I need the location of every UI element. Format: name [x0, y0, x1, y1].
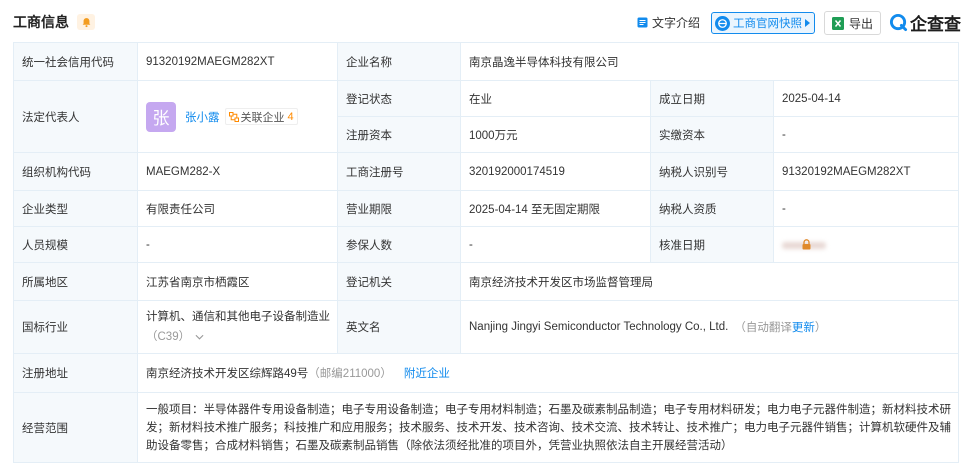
nearby-companies-link[interactable]: 附近企业: [404, 365, 450, 381]
address-postcode: （邮编211000）: [308, 368, 392, 380]
credit-code-label: 统一社会信用代码: [14, 43, 138, 81]
org-code-value: MAEGM282-X: [138, 153, 338, 191]
staff-size-label: 人员规模: [14, 227, 138, 263]
document-icon: [637, 17, 648, 27]
org-code-label: 组织机构代码: [14, 153, 138, 191]
business-info-table: 统一社会信用代码 91320192MAEGM282XT 企业名称 南京晶逸半导体…: [13, 42, 959, 463]
english-name-cell: Nanjing Jingyi Semiconductor Technology …: [461, 301, 959, 354]
text-intro-label: 文字介绍: [652, 15, 701, 30]
industry-label: 国标行业: [14, 301, 138, 354]
address-value: 南京经济技术开发区综辉路49号: [146, 368, 309, 380]
related-companies-tag[interactable]: 关联企业 4: [224, 108, 298, 125]
legal-rep-label: 法定代表人: [14, 81, 138, 153]
translate-note-prefix: （自动翻译: [734, 322, 792, 334]
credit-code-value: 91320192MAEGM282XT: [138, 43, 338, 81]
excel-icon: [831, 16, 844, 30]
logo-text: 企查查: [910, 14, 961, 34]
official-snapshot-button[interactable]: 工商官网快照: [711, 12, 815, 34]
bell-icon[interactable]: [77, 14, 95, 30]
reg-status-label: 登记状态: [338, 81, 461, 117]
region-value: 江苏省南京市栖霞区: [138, 263, 338, 301]
company-type-value: 有限责任公司: [138, 191, 338, 227]
english-name-value: Nanjing Jingyi Semiconductor Technology …: [469, 321, 729, 333]
taxpayer-id-value: 91320192MAEGM282XT: [774, 153, 959, 191]
english-name-label: 英文名: [338, 301, 461, 354]
address-cell: 南京经济技术开发区综辉路49号 （邮编211000） 附近企业: [138, 354, 959, 393]
company-name-label: 企业名称: [338, 43, 461, 81]
legal-rep-name-link[interactable]: 张小露: [185, 109, 220, 125]
chevron-down-icon[interactable]: [195, 334, 204, 340]
qcc-logo[interactable]: 企查查: [889, 9, 961, 35]
region-label: 所属地区: [14, 263, 138, 301]
authority-value: 南京经济技术开发区市场监督管理局: [461, 263, 959, 301]
taxpayer-qual-value: -: [774, 191, 959, 227]
reg-no-label: 工商注册号: [338, 153, 461, 191]
reg-no-value: 320192000174519: [461, 153, 651, 191]
taxpayer-qual-label: 纳税人资质: [651, 191, 774, 227]
industry-text: 计算机、通信和其他电子设备制造业 （C39）: [146, 307, 331, 347]
founded-label: 成立日期: [651, 81, 774, 117]
export-button[interactable]: 导出: [824, 11, 881, 35]
term-value: 2025-04-14 至无固定期限: [461, 191, 651, 227]
industry-cell: 计算机、通信和其他电子设备制造业 （C39）: [138, 301, 338, 354]
caret-right-icon: [805, 19, 810, 27]
taxpayer-id-label: 纳税人识别号: [651, 153, 774, 191]
related-companies-label: 关联企业: [240, 111, 285, 124]
reg-capital-value: 1000万元: [461, 117, 651, 153]
scope-value: 一般项目：半导体器件专用设备制造；电子专用设备制造；电子专用材料制造；石墨及碳素…: [146, 403, 951, 452]
avatar[interactable]: 张: [146, 101, 176, 132]
legal-rep-cell: 张 张小露 关联企业 4: [138, 81, 338, 153]
approved-date-label: 核准日期: [651, 227, 774, 263]
staff-size-value: -: [138, 227, 338, 263]
reg-capital-label: 注册资本: [338, 117, 461, 153]
insured-value: -: [461, 227, 651, 263]
lock-icon: [802, 238, 811, 249]
text-intro-button[interactable]: 文字介绍: [637, 13, 700, 31]
qcc-logo-icon: [889, 13, 908, 31]
industry-code: （C39）: [146, 331, 191, 343]
company-type-label: 企业类型: [14, 191, 138, 227]
section-title: 工商信息: [13, 14, 69, 30]
related-companies-count: 4: [287, 110, 294, 123]
industry-value: 计算机、通信和其他电子设备制造业: [146, 311, 330, 323]
blurred-approved-date[interactable]: [782, 238, 826, 251]
translate-update-link[interactable]: 更新: [792, 319, 815, 335]
reg-status-value: 在业: [461, 81, 651, 117]
company-name-value: 南京晶逸半导体科技有限公司: [461, 43, 959, 81]
globe-icon: [715, 15, 730, 31]
authority-label: 登记机关: [338, 263, 461, 301]
scope-label: 经营范围: [14, 393, 138, 463]
translate-note-suffix: ）: [814, 322, 827, 334]
paid-capital-label: 实缴资本: [651, 117, 774, 153]
paid-capital-value: -: [774, 117, 959, 153]
related-company-icon: [228, 111, 239, 122]
export-label: 导出: [848, 16, 873, 31]
insured-label: 参保人数: [338, 227, 461, 263]
scope-cell: 一般项目：半导体器件专用设备制造；电子专用设备制造；电子专用材料制造；石墨及碳素…: [138, 393, 959, 463]
term-label: 营业期限: [338, 191, 461, 227]
address-label: 注册地址: [14, 354, 138, 393]
founded-value: 2025-04-14: [774, 81, 959, 117]
approved-date-cell: [774, 227, 959, 263]
official-snapshot-label: 工商官网快照: [733, 18, 802, 30]
